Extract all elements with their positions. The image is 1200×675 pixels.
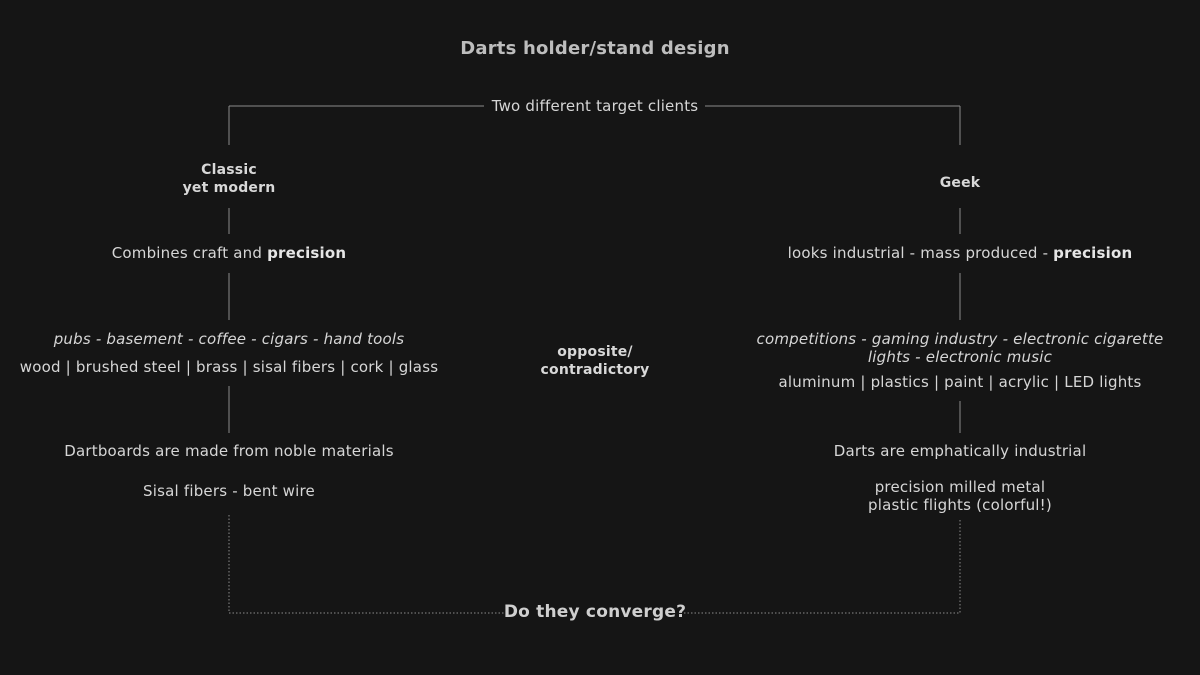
right-heading: Geek [939, 175, 981, 191]
right-trait-prefix: looks industrial - mass produced - [787, 244, 1054, 262]
diagram-canvas: Darts holder/stand design Two different … [0, 0, 1200, 675]
right-trait-bold: precision [1053, 244, 1133, 262]
right-trait: looks industrial - mass produced - preci… [788, 244, 1133, 262]
left-heading-line1: Classic [201, 162, 257, 178]
left-trait-bold: precision [267, 244, 347, 262]
left-materials: wood | brushed steel | brass | sisal fib… [19, 358, 439, 376]
right-note-1: Darts are emphatically industrial [833, 442, 1087, 460]
right-note-2-line1: precision milled metal [874, 478, 1046, 496]
left-note-2: Sisal fibers - bent wire [143, 482, 315, 500]
right-context-line2: lights - electronic music [867, 348, 1053, 366]
right-context-line1: competitions - gaming industry - electro… [756, 330, 1164, 348]
center-label-line1: opposite/ [557, 344, 633, 360]
right-materials: aluminum | plastics | paint | acrylic | … [778, 373, 1142, 391]
right-note-2-line2: plastic flights (colorful!) [868, 496, 1052, 514]
left-note-1: Dartboards are made from noble materials [64, 442, 394, 460]
right-context: competitions - gaming industry - electro… [757, 330, 1164, 366]
left-context: pubs - basement - coffee - cigars - hand… [53, 330, 405, 348]
top-label: Two different target clients [491, 97, 699, 115]
center-label: opposite/ contradictory [541, 343, 650, 379]
left-heading-line2: yet modern [182, 180, 276, 196]
bottom-question: Do they converge? [503, 602, 687, 622]
diagram-title: Darts holder/stand design [460, 38, 730, 59]
left-trait: Combines craft and precision [112, 244, 347, 262]
center-label-line2: contradictory [540, 362, 650, 378]
left-heading: Classic yet modern [183, 161, 276, 197]
right-note-2: precision milled metal plastic flights (… [868, 478, 1052, 514]
left-trait-prefix: Combines craft and [111, 244, 268, 262]
